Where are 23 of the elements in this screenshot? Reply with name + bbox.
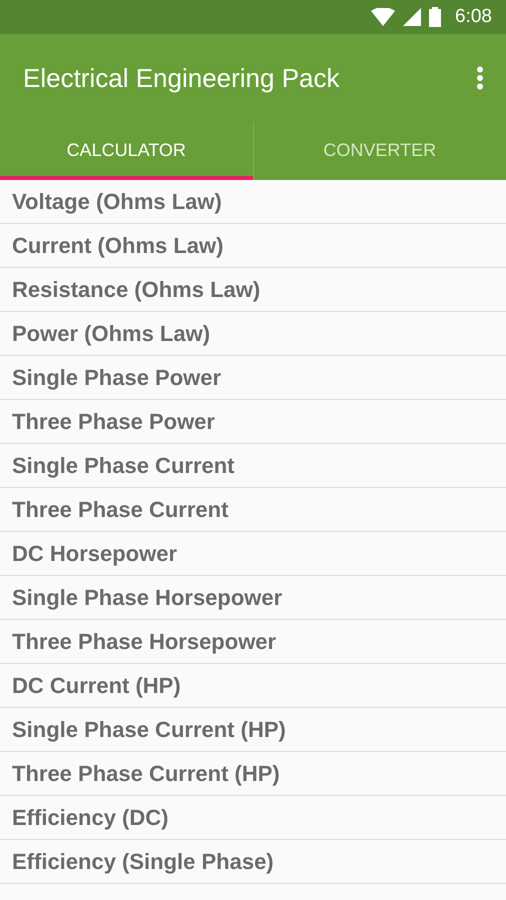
list-item[interactable]: Voltage (Ohms Law) — [0, 180, 506, 224]
list-item[interactable]: Efficiency (Single Phase) — [0, 840, 506, 884]
list-item[interactable]: Resistance (Ohms Law) — [0, 268, 506, 312]
list-item[interactable]: Single Phase Current (HP) — [0, 708, 506, 752]
list-item[interactable]: DC Current (HP) — [0, 664, 506, 708]
list-item[interactable]: Three Phase Current — [0, 488, 506, 532]
list-item[interactable]: DC Horsepower — [0, 532, 506, 576]
list-item[interactable]: Current (Ohms Law) — [0, 224, 506, 268]
list-item[interactable]: Three Phase Power — [0, 400, 506, 444]
battery-icon — [429, 7, 442, 27]
list-item[interactable]: Efficiency (DC) — [0, 796, 506, 840]
tab[interactable]: CALCULATOR — [0, 122, 252, 180]
list-item[interactable]: Single Phase Horsepower — [0, 576, 506, 620]
app-title: Electrical Engineering Pack — [23, 62, 340, 94]
list-item[interactable]: Three Phase Current (HP) — [0, 752, 506, 796]
wifi-icon — [371, 8, 396, 26]
signal-icon — [403, 8, 422, 26]
clock-time: 6:08 — [455, 6, 492, 28]
list-item[interactable]: Single Phase Power — [0, 356, 506, 400]
more-icon — [476, 66, 484, 90]
list-item[interactable]: Three Phase Horsepower — [0, 620, 506, 664]
list-item[interactable]: Power (Ohms Law) — [0, 312, 506, 356]
list-item[interactable]: Single Phase Current — [0, 444, 506, 488]
